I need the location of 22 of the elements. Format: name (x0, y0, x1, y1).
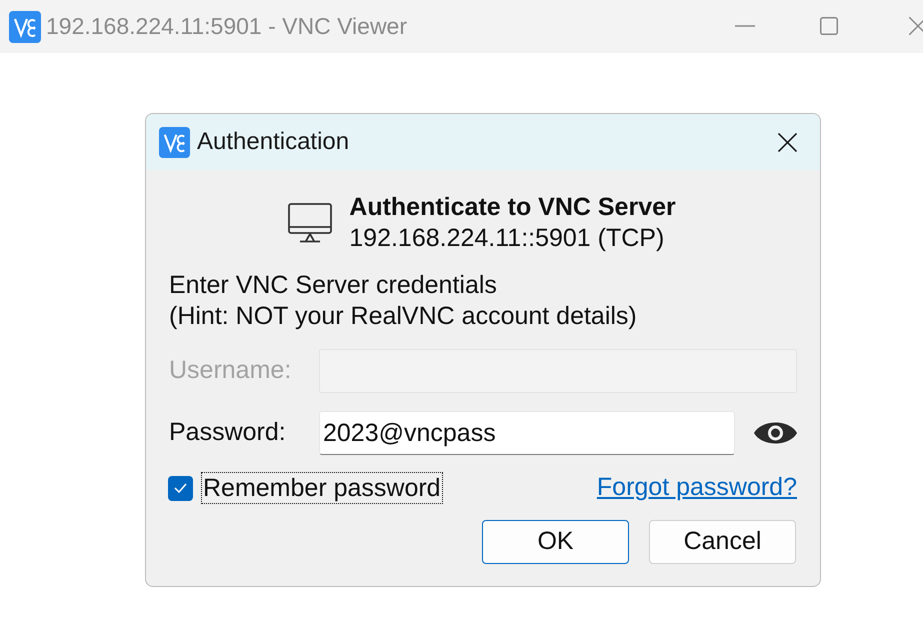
eye-icon[interactable] (754, 422, 797, 444)
checkbox[interactable] (168, 476, 193, 500)
maximize-icon[interactable] (820, 17, 838, 35)
field-label: Password: (169, 417, 287, 448)
forgot-password-link[interactable]: Forgot password? (596, 469, 797, 507)
monitor-icon (288, 203, 332, 243)
text-field[interactable]: 2023@vncpass (319, 411, 735, 455)
instruction-text: (Hint: NOT your RealVNC account details) (169, 301, 637, 332)
app-logo-icon (9, 10, 41, 42)
dialog-button[interactable]: Cancel (649, 520, 796, 564)
field-label: Username: (169, 355, 292, 386)
app-logo-icon (159, 126, 190, 158)
dialog-title: Authentication (197, 127, 350, 157)
minimize-icon[interactable] (735, 25, 755, 27)
checkbox-label[interactable]: Remember password (201, 472, 443, 504)
window-title: 192.168.224.11:5901 - VNC Viewer (46, 12, 408, 42)
server-address: 192.168.224.11::5901 (TCP) (349, 223, 666, 254)
instruction-text: Enter VNC Server credentials (169, 270, 497, 301)
checkmark-icon (174, 483, 187, 493)
dialog-button[interactable]: OK (482, 520, 629, 564)
dialog-heading: Authenticate to VNC Server (349, 192, 676, 223)
close-icon[interactable] (778, 132, 797, 152)
